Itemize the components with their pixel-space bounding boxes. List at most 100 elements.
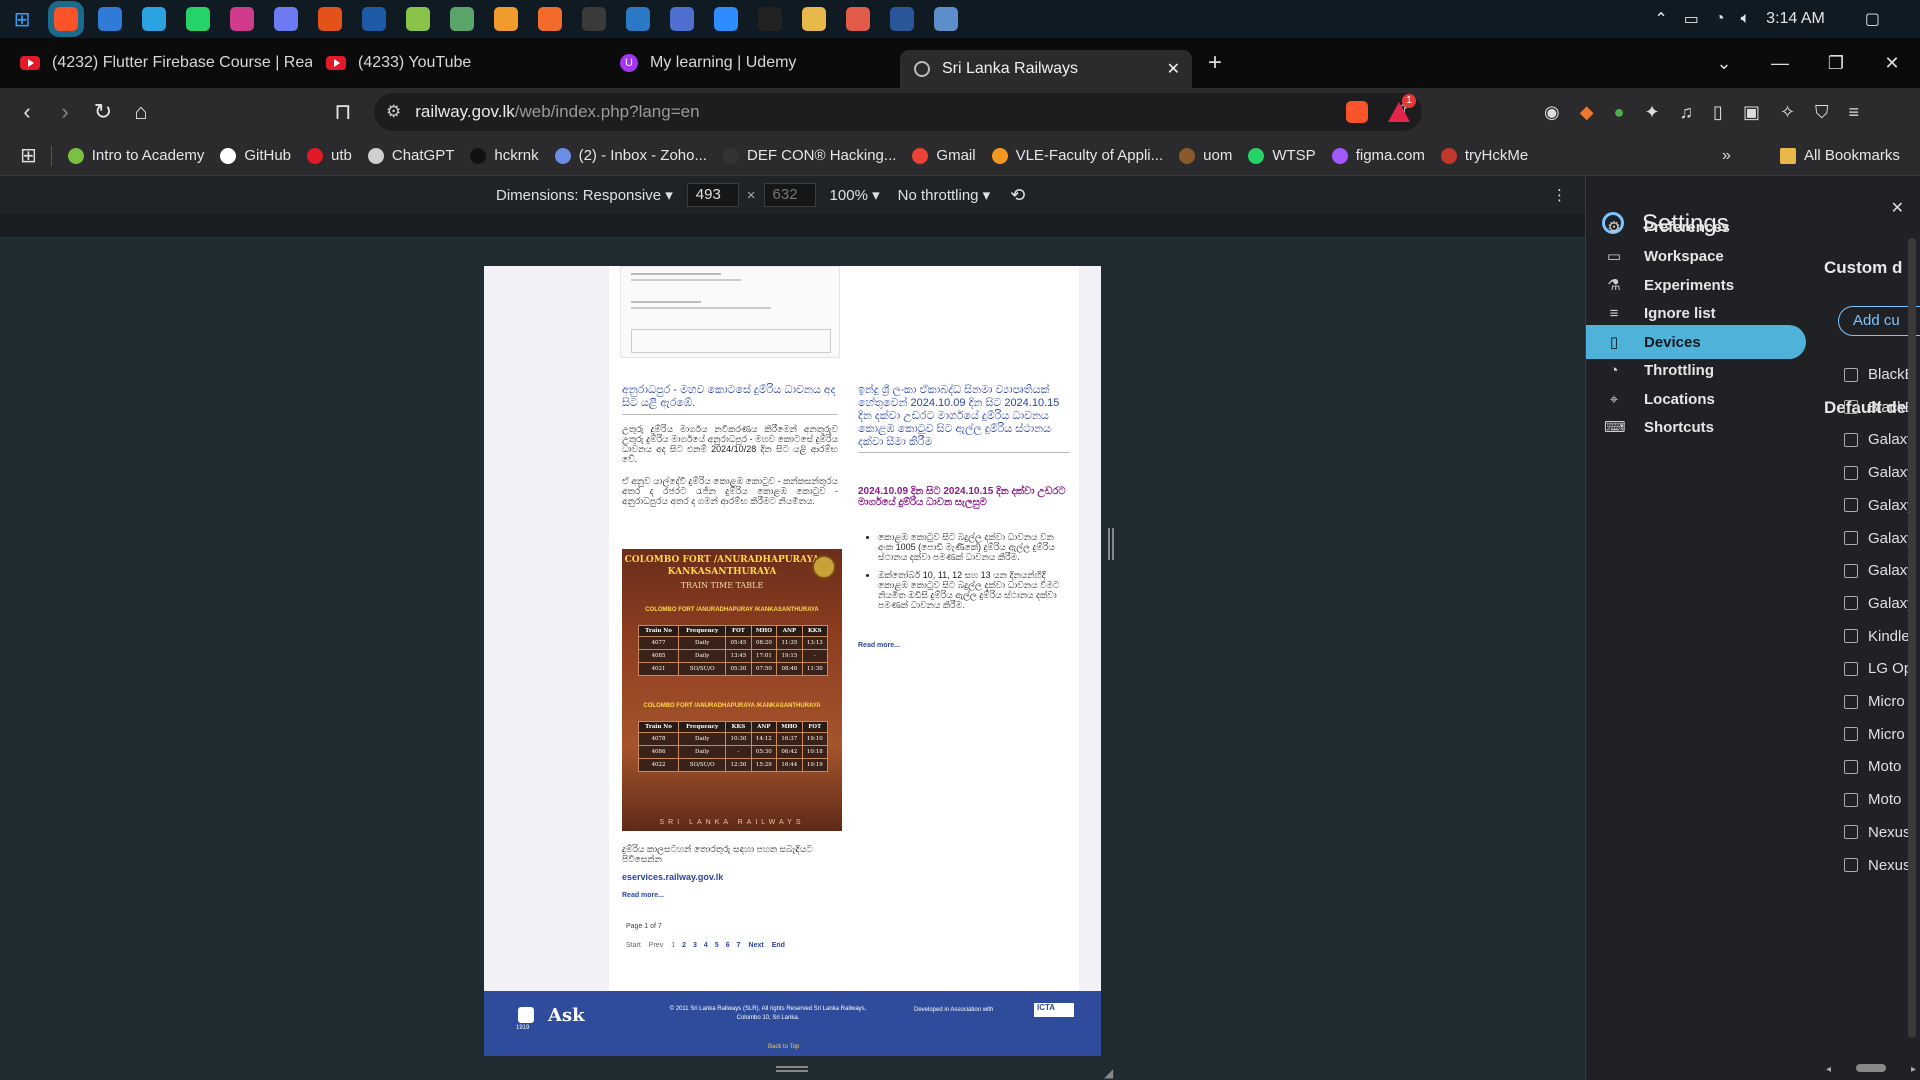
apps-grid-icon[interactable]: ⊞ xyxy=(20,143,37,168)
instagram-icon[interactable] xyxy=(230,7,254,31)
device-checkbox[interactable] xyxy=(1844,759,1858,774)
device-row[interactable]: Moto xyxy=(1844,758,1901,775)
bookmark-utb[interactable]: utb xyxy=(307,147,352,164)
cmd-icon[interactable] xyxy=(758,7,782,31)
device-row[interactable]: Galaxy xyxy=(1844,431,1915,448)
news-left-title[interactable]: අනුරාධපුර - මහව කොටසේ දුම්රිය ධාවනය අද ස… xyxy=(622,384,838,415)
extension-owl-icon[interactable]: ◉ xyxy=(1544,102,1560,123)
horizontal-scrollbar[interactable]: ◂ ▸ xyxy=(1826,1064,1916,1075)
minimize-icon[interactable]: — xyxy=(1752,53,1808,74)
pagination-page-7[interactable]: 7 xyxy=(737,942,741,949)
zoom-select[interactable]: 100% ▾ xyxy=(830,186,880,204)
bookmark-github[interactable]: GitHub xyxy=(220,147,291,164)
news-right-title[interactable]: ඉන්දු ශ්‍රී ලංකා ඒකාබද්ධ සිනමා ව්‍යාපෘති… xyxy=(858,384,1070,453)
vscode-icon[interactable] xyxy=(626,7,650,31)
viewport-resize-handle-right[interactable] xyxy=(1108,528,1114,560)
bookmark-chatgpt[interactable]: ChatGPT xyxy=(367,147,454,164)
postman-icon[interactable] xyxy=(538,7,562,31)
device-row[interactable]: Galaxy xyxy=(1844,464,1915,481)
bookmark-wtsp[interactable]: WTSP xyxy=(1248,147,1316,164)
device-checkbox[interactable] xyxy=(1844,858,1858,872)
close-settings-icon[interactable]: ✕ xyxy=(1891,198,1904,218)
dimensions-select[interactable]: Dimensions: Responsive ▾ xyxy=(496,186,673,204)
volume-icon[interactable]: 🔈︎ xyxy=(1741,10,1751,28)
device-checkbox[interactable] xyxy=(1844,498,1858,513)
bookmark-def-con-hacking[interactable]: DEF CON® Hacking... xyxy=(722,147,896,164)
device-checkbox[interactable] xyxy=(1844,825,1858,840)
extension-chrome-icon[interactable]: ● xyxy=(1614,102,1625,123)
notice-image[interactable] xyxy=(620,266,840,358)
height-input[interactable]: 632 xyxy=(763,183,816,207)
ask-button[interactable]: Ask xyxy=(548,1005,585,1026)
tab-youtube[interactable]: (4233) YouTube xyxy=(312,44,606,82)
bookmark-icon[interactable]: ⊓ xyxy=(324,99,362,125)
pagination-next[interactable]: Next xyxy=(749,942,764,949)
back-to-top-link[interactable]: Back to Top xyxy=(768,1044,799,1050)
device-checkbox[interactable] xyxy=(1844,727,1858,742)
bookmark-tryhckme[interactable]: tryHckMe xyxy=(1440,147,1528,164)
device-checkbox[interactable] xyxy=(1844,531,1858,545)
device-row[interactable]: Nexus xyxy=(1844,857,1911,874)
device-row[interactable]: Galaxy xyxy=(1844,497,1915,514)
close-tab-icon[interactable]: ✕ xyxy=(1167,59,1180,79)
brave-browser-icon[interactable] xyxy=(48,1,84,37)
word-icon[interactable] xyxy=(890,7,914,31)
pagination-end[interactable]: End xyxy=(772,942,785,949)
device-row[interactable]: Micro xyxy=(1844,726,1905,743)
pagination-page-2[interactable]: 2 xyxy=(682,942,686,949)
device-checkbox[interactable] xyxy=(1844,792,1858,807)
device-checkbox[interactable] xyxy=(1844,465,1858,480)
wifi-icon[interactable]: ◔ xyxy=(1715,10,1725,28)
menu-icon[interactable]: ≡ xyxy=(1849,102,1860,123)
device-row[interactable]: Galaxy xyxy=(1844,530,1915,547)
clock[interactable]: 3:14 AM xyxy=(1766,10,1825,28)
viewport-resize-corner[interactable]: ◢ xyxy=(1104,1066,1113,1080)
device-checkbox[interactable] xyxy=(1844,661,1858,676)
network-tool-icon[interactable] xyxy=(670,7,694,31)
tab-flutter[interactable]: (4232) Flutter Firebase Course | Real xyxy=(6,44,312,82)
timetable-image[interactable]: COLOMBO FORT /ANURADHAPURAYA KANKASANTHU… xyxy=(622,549,842,831)
wallet-icon[interactable]: ▣ xyxy=(1743,102,1760,123)
restore-icon[interactable]: ❐ xyxy=(1808,53,1864,74)
cloud-app-icon[interactable] xyxy=(846,7,870,31)
device-row[interactable]: Nexus xyxy=(1844,824,1911,841)
bookmark-uom[interactable]: uom xyxy=(1179,147,1232,164)
vpn-icon[interactable]: ⛉ xyxy=(1815,102,1829,123)
more-options-icon[interactable]: ⋮ xyxy=(1552,186,1567,204)
pagination-page-4[interactable]: 4 xyxy=(704,942,708,949)
rotate-icon[interactable]: ⟲ xyxy=(1010,185,1025,206)
more-bookmarks-icon[interactable]: » xyxy=(1722,147,1731,165)
figma-icon[interactable] xyxy=(318,7,342,31)
notepad-icon[interactable] xyxy=(406,7,430,31)
pagination-start[interactable]: Start xyxy=(626,942,641,949)
bookmark-2-inbox-zoho[interactable]: (2) - Inbox - Zoho... xyxy=(554,147,707,164)
terminal-icon[interactable] xyxy=(582,7,606,31)
device-row[interactable]: LG Op xyxy=(1844,660,1912,677)
device-row[interactable]: Galaxy xyxy=(1844,562,1915,579)
whatsapp-icon[interactable] xyxy=(186,7,210,31)
photos-icon[interactable] xyxy=(934,7,958,31)
bookmark-intro-to-academy[interactable]: Intro to Academy xyxy=(67,147,204,164)
calendar-icon[interactable] xyxy=(450,7,474,31)
throttle-select[interactable]: No throttling ▾ xyxy=(898,186,991,204)
device-row[interactable]: Galaxy xyxy=(1844,595,1915,612)
device-row[interactable]: Moto xyxy=(1844,791,1901,808)
ssh-client-icon[interactable] xyxy=(98,7,122,31)
new-tab-icon[interactable]: + xyxy=(1208,49,1222,77)
read-more-left[interactable]: Read more... xyxy=(622,892,664,899)
device-checkbox[interactable] xyxy=(1844,400,1858,415)
media-icon[interactable]: ♫ xyxy=(1680,102,1694,123)
home-icon[interactable]: ⌂ xyxy=(122,99,160,125)
chevron-up-icon[interactable]: ⌃ xyxy=(1654,9,1667,29)
bookmark-vle-faculty-of-appli[interactable]: VLE-Faculty of Appli... xyxy=(991,147,1163,164)
forward-icon[interactable]: › xyxy=(46,99,84,125)
extensions-icon[interactable]: ✦ xyxy=(1644,102,1659,123)
copilot-icon[interactable] xyxy=(274,7,298,31)
device-row[interactable]: Kindle xyxy=(1844,628,1910,645)
pagination-prev[interactable]: Prev xyxy=(649,942,663,949)
device-checkbox[interactable] xyxy=(1844,367,1858,382)
eservices-link[interactable]: eservices.railway.gov.lk xyxy=(622,872,723,882)
close-window-icon[interactable]: ✕ xyxy=(1864,53,1920,74)
leo-ai-icon[interactable]: ✧ xyxy=(1780,102,1795,123)
device-row[interactable]: BlackE xyxy=(1844,399,1915,416)
